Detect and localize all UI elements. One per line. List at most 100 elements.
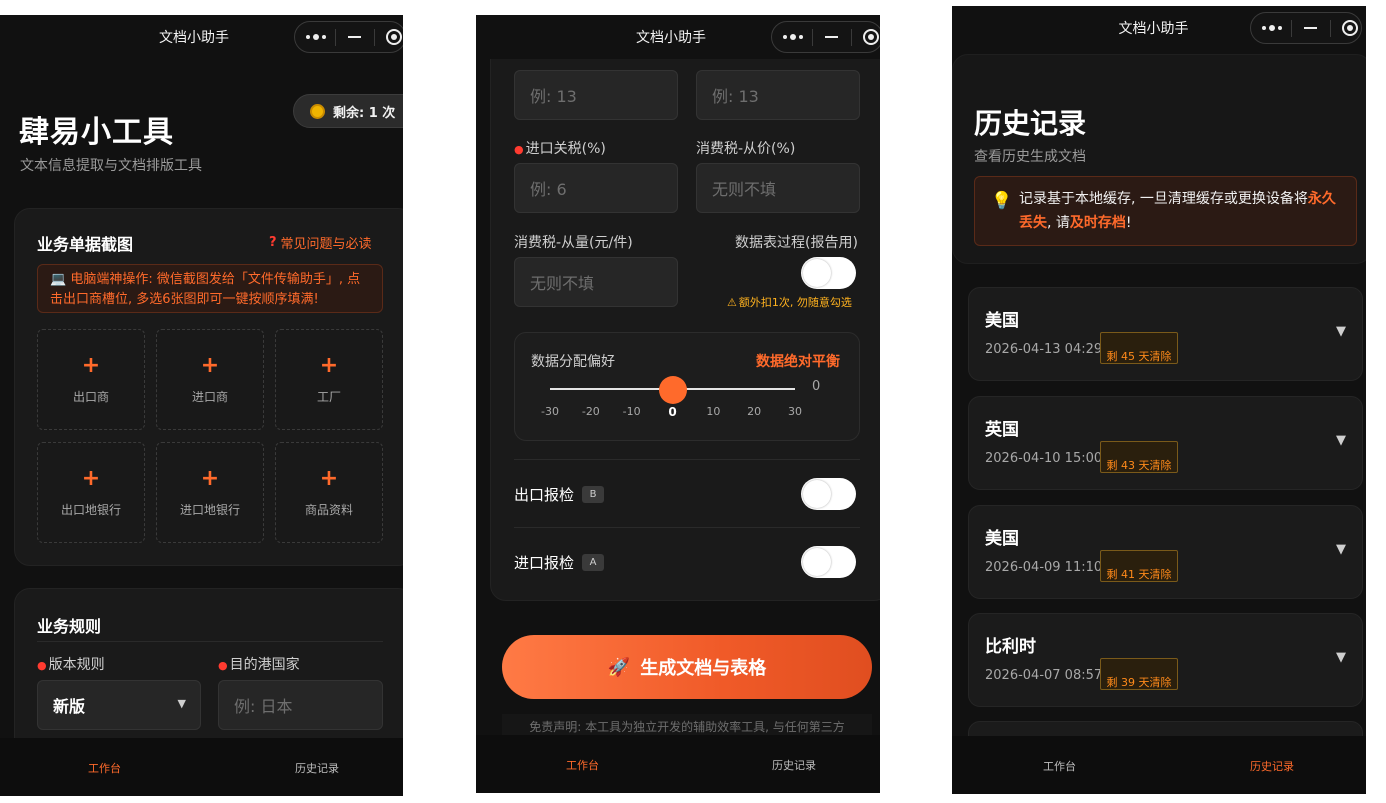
minimize-icon[interactable]	[1292, 13, 1329, 43]
slider-tick-label: 10	[706, 405, 721, 418]
chevron-down-icon[interactable]: ▼	[1336, 324, 1346, 339]
generate-button-label: 生成文档与表格	[640, 658, 767, 679]
slider-thumb[interactable]	[658, 376, 687, 404]
slot-label: 进口商	[191, 390, 228, 404]
placeholder: 无则不填	[530, 274, 595, 293]
tab-workbench[interactable]: 工作台	[566, 757, 599, 773]
version-label: ● 版本规则	[37, 657, 105, 673]
record-country: 比利时	[985, 637, 1036, 657]
rocket-icon: 🚀	[607, 656, 631, 678]
balance-text: 剩余: 1 次	[333, 105, 396, 121]
record-remaining-badge: 剩 41 天清除	[1100, 550, 1178, 582]
minimize-icon[interactable]	[336, 22, 373, 52]
more-dots-icon[interactable]	[774, 22, 811, 52]
rules-section-title: 业务规则	[37, 617, 102, 636]
import-inspection-row: 进口报检 A	[514, 552, 605, 573]
more-dots-icon[interactable]	[297, 22, 334, 52]
page-subtitle: 查看历史生成文档	[974, 149, 1086, 165]
record-remaining-badge: 剩 45 天清除	[1100, 332, 1178, 364]
slider-tick-label: -10	[622, 405, 641, 418]
export-inspection-toggle[interactable]	[801, 478, 856, 510]
plus-icon: +	[200, 466, 220, 491]
page-title: 历史记录	[974, 107, 1087, 140]
slot-import-bank[interactable]: + 进口地银行	[156, 442, 264, 543]
cache-warning-notice: 💡 记录基于本地缓存, 一旦清理缓存或更换设备将永久丢失, 请及时存档!	[974, 176, 1357, 246]
record-date: 2026-04-10 15:00	[985, 451, 1103, 466]
capture-section-title: 业务单据截图	[37, 235, 134, 254]
export-inspection-label: 出口报检	[514, 486, 575, 504]
consumption-ad-valorem-input[interactable]: 无则不填	[696, 163, 860, 213]
history-record[interactable]: 英国 2026-04-10 15:00 剩 43 天清除 ▼	[968, 396, 1363, 490]
form-screen: 例: 13 例: 13 文档小助手 ● 进口关税(%) 消费税-从价(%) 例: …	[476, 15, 880, 793]
chevron-down-icon[interactable]: ▼	[1336, 542, 1346, 557]
slot-label: 进口地银行	[179, 503, 240, 517]
consumption-specific-label: 消费税-从量(元/件)	[514, 235, 633, 251]
faq-link[interactable]: ? 常见问题与必读	[269, 233, 372, 252]
menu-capsule	[1250, 12, 1362, 44]
question-icon: ?	[269, 235, 277, 250]
export-inspection-row: 出口报检 B	[514, 484, 605, 505]
chevron-down-icon[interactable]: ▼	[1336, 650, 1346, 665]
history-record[interactable]: 比利时 2026-04-07 08:57 剩 39 天清除 ▼	[968, 613, 1363, 707]
slot-label: 工厂	[316, 390, 341, 404]
minimize-icon[interactable]	[813, 22, 850, 52]
history-screen: 文档小助手 历史记录 查看历史生成文档 💡 记录基于本地缓存, 一旦清理缓存或更…	[952, 6, 1366, 794]
chevron-down-icon[interactable]: ▼	[1336, 433, 1346, 448]
target-icon[interactable]	[1331, 13, 1366, 43]
faq-label: 常见问题与必读	[280, 237, 372, 252]
balance-badge[interactable]: 剩余: 1 次	[293, 94, 403, 128]
slider-card: 数据分配偏好 数据绝对平衡 0 -30 -20 -10 0 10 20 30	[514, 332, 860, 441]
tab-workbench[interactable]: 工作台	[88, 760, 121, 776]
slot-product-info[interactable]: + 商品资料	[275, 442, 383, 543]
consumption-specific-input[interactable]: 无则不填	[514, 257, 678, 307]
import-duty-input[interactable]: 例: 6	[514, 163, 678, 213]
placeholder: 例: 6	[530, 180, 567, 199]
plus-icon: +	[200, 353, 220, 378]
import-duty-label: ● 进口关税(%)	[514, 141, 606, 157]
port-input[interactable]: 例: 日本	[218, 680, 383, 730]
version-value: 新版	[53, 697, 86, 716]
target-icon[interactable]	[375, 22, 403, 52]
tip-notice: 💻 电脑端神操作: 微信截图发给「文件传输助手」, 点击出口商槽位, 多选6张图…	[37, 264, 383, 313]
process-toggle[interactable]	[801, 257, 856, 289]
warning-text: 额外扣1次, 勿随意勾选	[738, 296, 852, 309]
record-country: 美国	[985, 311, 1019, 331]
coin-icon	[310, 103, 325, 119]
slider-label: 数据分配偏好	[531, 354, 615, 370]
plus-icon: +	[319, 466, 339, 491]
import-inspection-badge: A	[582, 554, 605, 571]
tab-workbench[interactable]: 工作台	[1043, 758, 1076, 774]
record-remaining-badge: 剩 43 天清除	[1100, 441, 1178, 473]
slot-export-bank[interactable]: + 出口地银行	[37, 442, 145, 543]
import-inspection-toggle[interactable]	[801, 546, 856, 578]
plus-icon: +	[319, 353, 339, 378]
slot-importer[interactable]: + 进口商	[156, 329, 264, 430]
slider-tick-label: -20	[581, 405, 600, 418]
record-remaining-badge: 剩 39 天清除	[1100, 658, 1178, 690]
more-dots-icon[interactable]	[1253, 13, 1290, 43]
plus-icon: +	[81, 353, 101, 378]
history-record[interactable]: 美国 2026-04-13 04:29 剩 45 天清除 ▼	[968, 287, 1363, 381]
record-country: 英国	[985, 420, 1019, 440]
port-placeholder: 例: 日本	[234, 697, 293, 716]
port-label: ● 目的港国家	[218, 657, 300, 673]
record-date: 2026-04-07 08:57	[985, 668, 1103, 683]
target-icon[interactable]	[852, 22, 880, 52]
slot-factory[interactable]: + 工厂	[275, 329, 383, 430]
tab-history[interactable]: 历史记录	[1250, 758, 1294, 774]
export-inspection-badge: B	[582, 486, 605, 503]
history-record[interactable]: 美国 2026-04-09 11:10 剩 41 天清除 ▼	[968, 505, 1363, 599]
tab-history[interactable]: 历史记录	[295, 760, 339, 776]
slot-exporter[interactable]: + 出口商	[37, 329, 145, 430]
version-select[interactable]: 新版 ▼	[37, 680, 201, 730]
generate-button[interactable]: 🚀 生成文档与表格	[502, 635, 872, 699]
slot-label: 商品资料	[304, 503, 353, 517]
page-subtitle: 文本信息提取与文档排版工具	[20, 158, 202, 174]
top-input-left[interactable]: 例: 13	[514, 70, 678, 120]
record-date: 2026-04-13 04:29	[985, 342, 1103, 357]
tab-bar: 工作台 历史记录	[952, 736, 1366, 794]
tab-history[interactable]: 历史记录	[772, 757, 816, 773]
notice-text: 记录基于本地缓存, 一旦清理缓存或更换设备将	[1019, 191, 1308, 207]
top-input-right[interactable]: 例: 13	[696, 70, 860, 120]
tab-bar: 工作台 历史记录	[0, 738, 403, 796]
